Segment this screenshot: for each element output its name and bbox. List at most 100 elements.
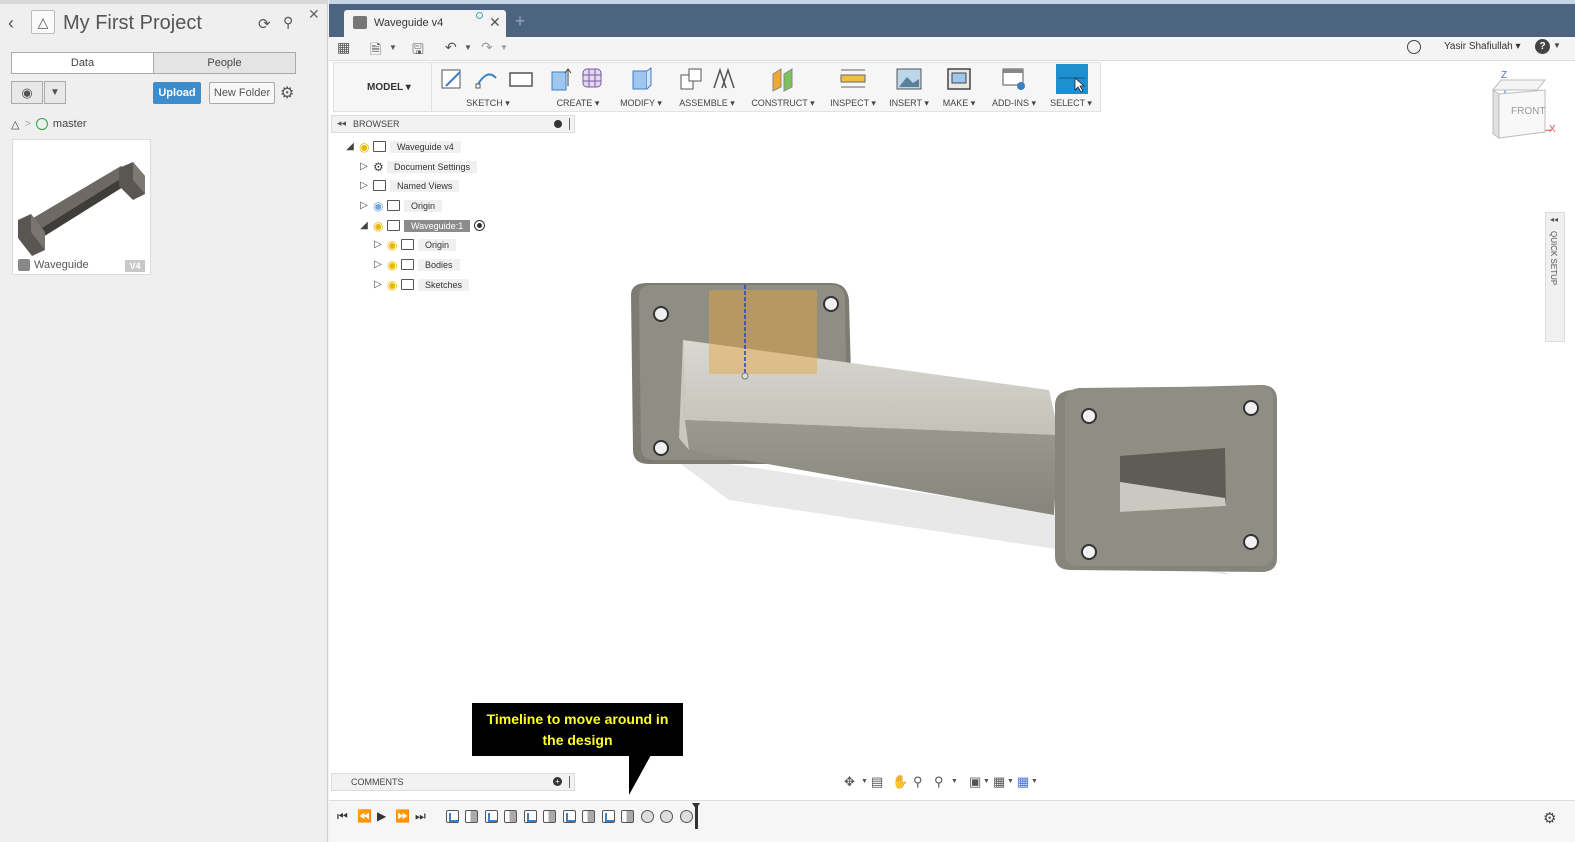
go-to-end-icon[interactable]: ⏭ [415,809,426,824]
viewcube-face-label[interactable]: FRONT [1511,106,1545,117]
save-icon[interactable]: 🖫 [412,39,424,63]
grid-dropdown-icon[interactable]: ▼ [1007,778,1014,785]
go-to-start-icon[interactable]: ⏮ [337,809,348,824]
grid-settings-icon[interactable]: ▦ [993,774,1005,790]
zoom-icon[interactable]: ⚲ [913,774,923,790]
activate-component-icon[interactable] [474,220,486,231]
timeline-sketch[interactable] [446,810,459,823]
form-icon[interactable] [580,66,606,92]
document-tab[interactable]: Waveguide v4 ✕ [344,10,506,37]
help-icon[interactable]: ? [1535,39,1550,54]
collapse-icon[interactable]: ◂◂ [1550,215,1558,224]
undo-dropdown-icon[interactable]: ▼ [464,43,472,52]
measure-icon[interactable] [840,66,866,92]
visibility-bulb-icon[interactable]: ◉ [359,140,369,154]
timeline-fillet[interactable] [641,810,654,823]
scripts-icon[interactable] [1001,66,1027,92]
collapsed-icon[interactable]: ▷ [359,200,369,211]
offset-plane-icon[interactable] [770,66,796,92]
file-menu-icon[interactable]: 🗎 [370,39,381,63]
rectangle-icon[interactable] [508,66,534,92]
undo-icon[interactable]: ↶ [445,39,457,56]
quick-setup-panel[interactable]: ◂◂ QUICK SETUP [1545,212,1565,342]
redo-icon[interactable]: ↷ [481,39,493,56]
play-icon[interactable]: ▶ [377,809,386,823]
timeline-extrude[interactable] [582,810,595,823]
sketch-group[interactable]: SKETCH ▾ [434,63,542,111]
modify-group[interactable]: MODIFY ▾ [616,63,666,111]
display-dropdown-icon[interactable]: ▼ [983,778,990,785]
viewcube[interactable]: Z FRONT X [1479,68,1559,144]
upload-button[interactable]: Upload [153,82,201,104]
new-component-icon[interactable] [678,66,704,92]
visibility-bulb-icon[interactable]: ◉ [387,238,397,252]
gear-icon[interactable]: ⚙ [280,83,294,103]
model-viewport[interactable] [609,270,1289,590]
inspect-group[interactable]: INSPECT ▾ [826,63,880,111]
timeline-extrude[interactable] [621,810,634,823]
timeline-sketch[interactable] [563,810,576,823]
tree-item-component-origin[interactable]: ▷ ◉ Origin [373,236,457,253]
collapsed-icon[interactable]: ▷ [373,239,383,250]
timeline-sketch[interactable] [602,810,615,823]
create-sketch-icon[interactable] [440,66,466,92]
select-group[interactable]: SELECT ▾ [1046,63,1096,111]
pin-icon[interactable] [569,118,572,130]
close-icon[interactable]: ✕ [308,6,320,23]
add-ins-group[interactable]: ADD-INS ▾ [988,63,1040,111]
app-grid-icon[interactable]: ▦ [337,39,350,56]
tree-item-bodies[interactable]: ▷ ◉ Bodies [373,256,460,273]
eye-icon[interactable]: ◉ [11,81,43,104]
browser-panel-header[interactable]: ◂◂ BROWSER [331,115,575,133]
collapse-icon[interactable]: ◂◂ [337,118,346,129]
make-group[interactable]: MAKE ▾ [936,63,982,111]
origin-point[interactable] [741,372,749,380]
gear-icon[interactable]: ⚙ [1543,809,1556,827]
fit-dropdown-icon[interactable]: ▼ [951,778,958,785]
orbit-dropdown-icon[interactable]: ▼ [861,778,868,785]
help-dropdown-icon[interactable]: ▼ [1553,41,1561,50]
visibility-bulb-icon[interactable]: ◉ [387,278,397,292]
step-forward-icon[interactable]: ⏩ [395,809,410,823]
hub-icon[interactable]: △ [11,118,19,131]
collapsed-icon[interactable]: ▷ [373,259,383,270]
construction-plane[interactable] [709,290,817,374]
timeline-sketch[interactable] [524,810,537,823]
tab-data[interactable]: Data [12,53,153,73]
user-menu[interactable]: Yasir Shafiullah ▾ [1444,41,1521,52]
collapsed-icon[interactable]: ▷ [359,161,369,172]
fit-icon[interactable]: ⚲ [934,774,944,790]
job-status-icon[interactable] [1407,40,1421,54]
add-comment-icon[interactable]: + [553,777,562,786]
extrude-icon[interactable] [548,66,574,92]
viewports-dropdown-icon[interactable]: ▼ [1031,778,1038,785]
design-card[interactable]: Waveguide V4 [12,139,151,275]
expanded-icon[interactable]: ◢ [345,141,355,152]
browser-options-icon[interactable] [554,120,562,128]
new-tab-button[interactable]: + [510,11,530,33]
visibility-bulb-icon[interactable]: ◉ [373,199,383,213]
3d-print-icon[interactable] [946,66,972,92]
viewports-icon[interactable]: ▦ [1017,774,1029,790]
tree-item-component[interactable]: ◢ ◉ Waveguide:1 [359,217,486,234]
display-settings-icon[interactable]: ▣ [969,774,981,790]
timeline-fillet[interactable] [660,810,673,823]
collapsed-icon[interactable]: ▷ [359,180,369,191]
timeline-extrude[interactable] [504,810,517,823]
timeline-marker[interactable] [692,803,700,829]
insert-image-icon[interactable] [896,66,922,92]
timeline-sketch[interactable] [485,810,498,823]
tree-item-sketches[interactable]: ▷ ◉ Sketches [373,276,470,293]
comments-panel-header[interactable]: COMMENTS + [331,773,575,791]
refresh-icon[interactable]: ⟳ [258,15,271,33]
press-pull-icon[interactable] [628,66,654,92]
timeline-extrude[interactable] [543,810,556,823]
create-group[interactable]: CREATE ▾ [544,63,612,111]
new-folder-button[interactable]: New Folder [209,82,275,104]
tree-root[interactable]: ◢ ◉ Waveguide v4 [345,138,461,155]
pan-icon[interactable]: ✋ [892,774,908,790]
pin-icon[interactable] [569,776,572,788]
close-tab-icon[interactable]: ✕ [489,14,501,31]
step-back-icon[interactable]: ⏪ [357,809,372,823]
tab-people[interactable]: People [153,53,295,73]
